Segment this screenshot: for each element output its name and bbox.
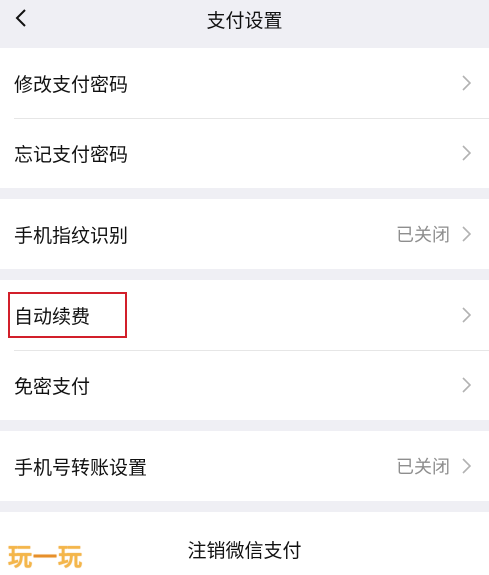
phone-transfer-status: 已关闭 (396, 457, 450, 478)
fingerprint-group: 手机指纹识别 已关闭 (0, 199, 489, 269)
fingerprint-label: 手机指纹识别 (14, 224, 129, 247)
chevron-right-icon (462, 145, 471, 161)
change-payment-password-label: 修改支付密码 (14, 73, 129, 96)
phone-transfer-settings-label: 手机号转账设置 (14, 456, 148, 479)
payment-options-group: 自动续费 免密支付 (0, 280, 489, 420)
phone-transfer-group: 手机号转账设置 已关闭 (0, 431, 489, 501)
forgot-payment-password-item[interactable]: 忘记支付密码 (0, 118, 489, 188)
chevron-right-icon (462, 377, 471, 393)
chevron-right-icon (462, 75, 471, 91)
auto-renewal-item[interactable]: 自动续费 (0, 280, 489, 350)
fingerprint-status: 已关闭 (396, 225, 450, 246)
chevron-right-icon (462, 226, 471, 242)
forgot-payment-password-label: 忘记支付密码 (14, 143, 129, 166)
watermark-logo: 玩一玩 (8, 537, 83, 572)
password-free-payment-item[interactable]: 免密支付 (0, 350, 489, 420)
change-payment-password-item[interactable]: 修改支付密码 (0, 48, 489, 118)
chevron-right-icon (462, 458, 471, 474)
password-free-payment-label: 免密支付 (14, 375, 91, 398)
watermark-char: 玩 (8, 543, 33, 571)
watermark-char: 玩 (58, 543, 83, 571)
highlight-box (8, 292, 127, 338)
navigation-bar: 支付设置 (0, 0, 489, 44)
phone-transfer-settings-item[interactable]: 手机号转账设置 已关闭 (0, 431, 489, 501)
chevron-right-icon (462, 307, 471, 323)
watermark-char: 一 (33, 543, 58, 571)
password-group: 修改支付密码 忘记支付密码 (0, 48, 489, 188)
fingerprint-item[interactable]: 手机指纹识别 已关闭 (0, 199, 489, 269)
page-title: 支付设置 (206, 10, 283, 32)
